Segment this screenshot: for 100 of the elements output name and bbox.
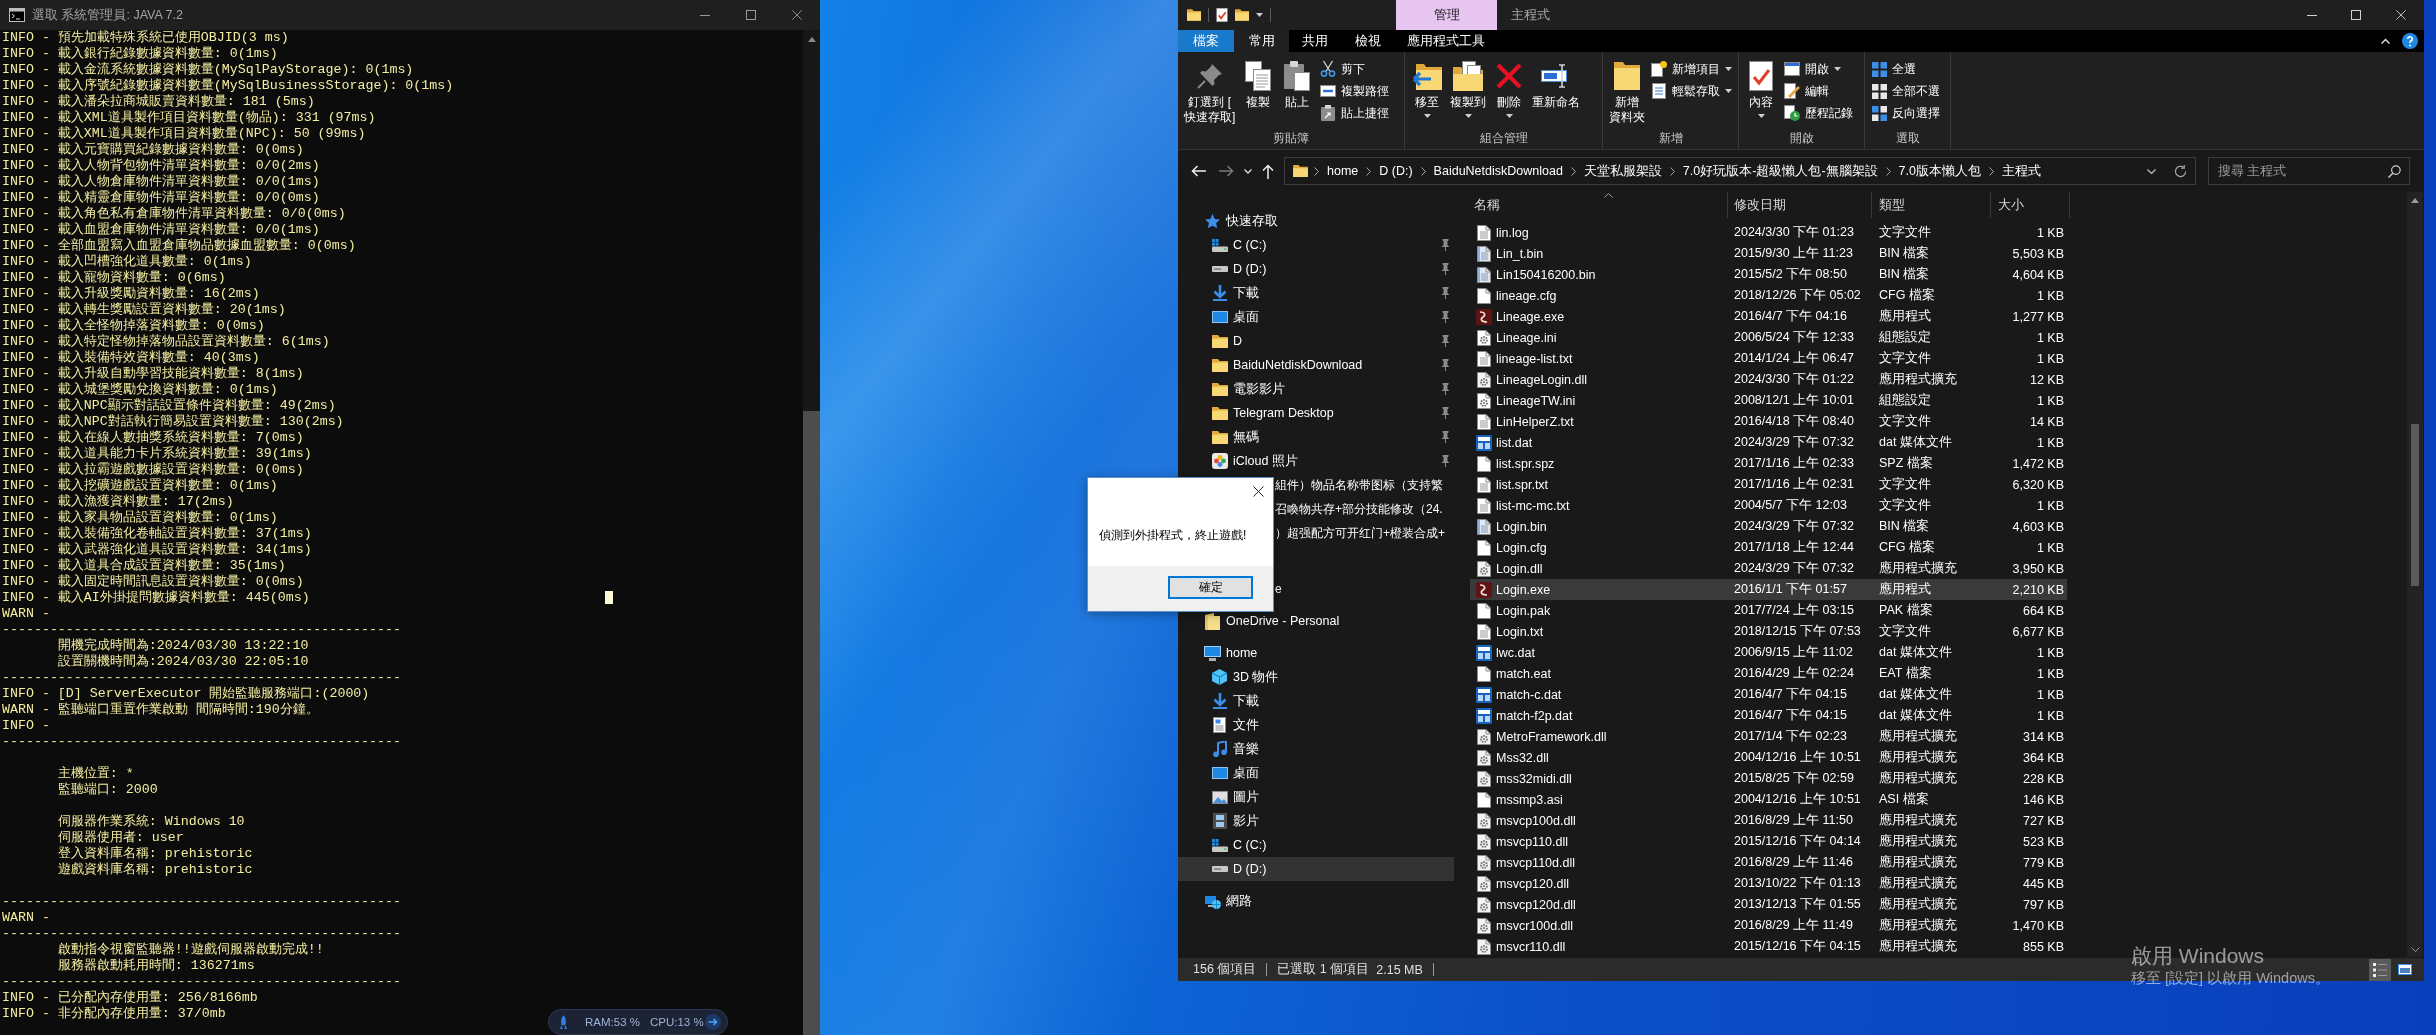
file-row[interactable]: match-c.dat 2016/4/7 下午 04:15 dat 媒体文件 1 KB (1470, 684, 2067, 705)
nav-item[interactable]: D (D:) (1178, 257, 1454, 281)
ribbon-tab[interactable]: 檔案 (1178, 30, 1234, 52)
scroll-up-icon[interactable] (2411, 198, 2419, 203)
ribbon-button[interactable]: 貼上捷徑 (1317, 102, 1393, 124)
file-row[interactable]: msvcp110.dll 2015/12/16 下午 04:14 應用程式擴充 523 KB (1470, 831, 2067, 852)
nav-item[interactable]: 下載 (1178, 689, 1454, 713)
file-row[interactable]: match-f2p.dat 2016/4/7 下午 04:15 dat 媒体文件 1 KB (1470, 705, 2067, 726)
ribbon-button[interactable]: 內容 (1742, 57, 1780, 118)
file-row[interactable]: Lin_t.bin 2015/9/30 上午 11:23 BIN 檔案 5,503 KB (1470, 243, 2067, 264)
ribbon-button[interactable]: 輕鬆存取 (1648, 80, 1735, 102)
ribbon-button[interactable]: 全選 (1868, 58, 1943, 80)
file-row[interactable]: Login.exe 2016/1/1 下午 01:57 應用程式 2,210 KB (1470, 579, 2067, 600)
scrollbar[interactable] (2407, 192, 2423, 957)
scrollbar-thumb[interactable] (2411, 424, 2419, 586)
file-row[interactable]: Lineage.ini 2006/5/24 下午 12:33 組態設定 1 KB (1470, 327, 2067, 348)
file-row[interactable]: Lin150416200.bin 2015/5/2 下午 08:50 BIN 檔案 4,604 KB (1470, 264, 2067, 285)
file-row[interactable]: MetroFramework.dll 2017/1/4 下午 02:23 應用程式擴充 314 KB (1470, 726, 2067, 747)
file-row[interactable]: lineage-list.txt 2014/1/24 上午 06:47 文字文件 1 KB (1470, 348, 2067, 369)
column-header[interactable]: 名稱 (1474, 196, 1500, 214)
ribbon-tab[interactable]: 共用 (1289, 30, 1341, 52)
ribbon-button[interactable]: 貼上 (1278, 57, 1317, 110)
help-icon[interactable] (2402, 33, 2418, 49)
file-row[interactable]: LinHelperZ.txt 2016/4/18 下午 08:40 文字文件 14 KB (1470, 411, 2067, 432)
file-row[interactable]: list.spr.txt 2017/1/16 上午 02:31 文字文件 6,320 KB (1470, 474, 2067, 495)
ribbon-button[interactable]: 複製到 (1447, 57, 1489, 118)
scroll-down-icon[interactable] (2410, 947, 2420, 952)
ribbon-button[interactable]: 剪下 (1317, 58, 1393, 80)
arrow-right-icon[interactable] (705, 1014, 721, 1030)
breadcrumb[interactable]: home (1325, 160, 1361, 182)
ribbon-button[interactable]: 重新命名 (1529, 57, 1583, 110)
nav-item[interactable]: 無碼 (1178, 425, 1454, 449)
nav-item[interactable]: 下載 (1178, 281, 1454, 305)
nav-item[interactable]: home (1178, 641, 1454, 665)
file-row[interactable]: list.spr.spz 2017/1/16 上午 02:33 SPZ 檔案 1,472 KB (1470, 453, 2067, 474)
nav-item[interactable]: 快速存取 (1178, 209, 1454, 233)
nav-item[interactable]: iCloud 照片 (1178, 449, 1454, 473)
column-header[interactable]: 大小 (1998, 196, 2024, 214)
ribbon-tab[interactable]: 應用程式工具 (1395, 30, 1496, 52)
file-row[interactable]: LineageTW.ini 2008/12/1 上午 10:01 組態設定 1 KB (1470, 390, 2067, 411)
ribbon-button[interactable]: 新增項目 (1648, 58, 1735, 80)
ribbon-button[interactable]: 複製路徑 (1317, 80, 1393, 102)
file-row[interactable]: match.eat 2016/4/29 上午 02:24 EAT 檔案 1 KB (1470, 663, 2067, 684)
ribbon-tab[interactable]: 常用 (1234, 30, 1289, 52)
file-row[interactable]: msvcr110.dll 2015/12/16 下午 04:15 應用程式擴充 855 KB (1470, 936, 2067, 957)
nav-item[interactable]: 桌面 (1178, 305, 1454, 329)
file-row[interactable]: Mss32.dll 2004/12/16 上午 10:51 應用程式擴充 364 KB (1470, 747, 2067, 768)
breadcrumb[interactable]: 7.0版本懶人包 (1896, 160, 1983, 182)
nav-item[interactable]: 圖片 (1178, 785, 1454, 809)
breadcrumb[interactable]: BaiduNetdiskDownload (1431, 160, 1565, 182)
nav-item[interactable]: OneDrive - Personal (1178, 609, 1454, 633)
ribbon-button[interactable]: 刪除 (1490, 57, 1528, 118)
file-row[interactable]: Login.cfg 2017/1/18 上午 12:44 CFG 檔案 1 KB (1470, 537, 2067, 558)
nav-item[interactable]: D (1178, 329, 1454, 353)
ribbon-button[interactable]: 開啟 (1781, 58, 1856, 80)
scrollbar-thumb[interactable] (803, 411, 820, 1035)
file-row[interactable]: Login.pak 2017/7/24 上午 03:15 PAK 檔案 664 KB (1470, 600, 2067, 621)
ribbon-button[interactable]: 反向選擇 (1868, 102, 1943, 124)
breadcrumb[interactable]: 主程式 (1999, 160, 2043, 182)
nav-item[interactable]: 3D 物件 (1178, 665, 1454, 689)
collapse-caret-icon[interactable] (2381, 38, 2390, 44)
file-row[interactable]: list-mc-mc.txt 2004/5/7 下午 12:03 文字文件 1 KB (1470, 495, 2067, 516)
nav-item[interactable]: 文件 (1178, 713, 1454, 737)
file-row[interactable]: lin.log 2024/3/30 下午 01:23 文字文件 1 KB (1470, 222, 2067, 243)
ribbon-button[interactable]: 複製 (1239, 57, 1278, 110)
nav-item[interactable]: C (C:) (1178, 233, 1454, 257)
breadcrumb[interactable]: D (D:) (1377, 160, 1415, 182)
ribbon-tab[interactable]: 檢視 (1341, 30, 1395, 52)
file-row[interactable]: Login.txt 2018/12/15 下午 07:53 文字文件 6,677 KB (1470, 621, 2067, 642)
scrollbar[interactable] (803, 30, 820, 1035)
file-row[interactable]: list.dat 2024/3/29 下午 07:32 dat 媒体文件 1 KB (1470, 432, 2067, 453)
address-bar[interactable]: home D (D:) BaiduNetdiskDownload 天堂私服架設 7.0好玩版本-超級懶人包-無腦架設 7.0版本懶人包 主程式 (1284, 157, 2196, 185)
file-row[interactable]: msvcp120d.dll 2013/12/13 下午 01:55 應用程式擴充 797 KB (1470, 894, 2067, 915)
ok-button[interactable]: 確定 (1168, 576, 1253, 599)
file-row[interactable]: LineageLogin.dll 2024/3/30 下午 01:22 應用程式擴充 12 KB (1470, 369, 2067, 390)
nav-item[interactable]: D (D:) (1178, 857, 1454, 881)
file-row[interactable]: msvcp100d.dll 2016/8/29 上午 11:50 應用程式擴充 727 KB (1470, 810, 2067, 831)
file-row[interactable]: mss32midi.dll 2015/8/25 下午 02:59 應用程式擴充 228 KB (1470, 768, 2067, 789)
nav-item[interactable]: 網路 (1178, 889, 1454, 913)
file-row[interactable]: lineage.cfg 2018/12/26 下午 05:02 CFG 檔案 1 KB (1470, 285, 2067, 306)
file-row[interactable]: msvcp120.dll 2013/10/22 下午 01:13 應用程式擴充 445 KB (1470, 873, 2067, 894)
view-button[interactable] (2369, 958, 2391, 981)
column-header[interactable]: 修改日期 (1734, 196, 1786, 214)
nav-item[interactable]: 影片 (1178, 809, 1454, 833)
nav-item[interactable]: BaiduNetdiskDownload (1178, 353, 1454, 377)
breadcrumb[interactable]: 7.0好玩版本-超級懶人包-無腦架設 (1680, 160, 1880, 182)
file-row[interactable]: Login.bin 2024/3/29 下午 07:32 BIN 檔案 4,603 KB (1470, 516, 2067, 537)
ribbon-button[interactable]: 歷程記錄 (1781, 102, 1856, 124)
nav-item[interactable]: C (C:) (1178, 833, 1454, 857)
ribbon-button[interactable]: 釘選到 [ 快速存取] (1181, 57, 1239, 125)
file-row[interactable]: Login.dll 2024/3/29 下午 07:32 應用程式擴充 3,950 KB (1470, 558, 2067, 579)
file-row[interactable]: Lineage.exe 2016/4/7 下午 04:16 應用程式 1,277 KB (1470, 306, 2067, 327)
caret-icon[interactable] (1256, 13, 1263, 17)
file-row[interactable]: mssmp3.asi 2004/12/16 上午 10:51 ASI 檔案 146 KB (1470, 789, 2067, 810)
document-check-icon[interactable] (1216, 8, 1228, 22)
nav-item[interactable]: 音樂 (1178, 737, 1454, 761)
nav-item[interactable]: 桌面 (1178, 761, 1454, 785)
search-field[interactable]: 搜尋 主程式 (2208, 157, 2410, 185)
breadcrumb[interactable]: 天堂私服架設 (1581, 160, 1664, 182)
ribbon-button[interactable]: 編輯 (1781, 80, 1856, 102)
